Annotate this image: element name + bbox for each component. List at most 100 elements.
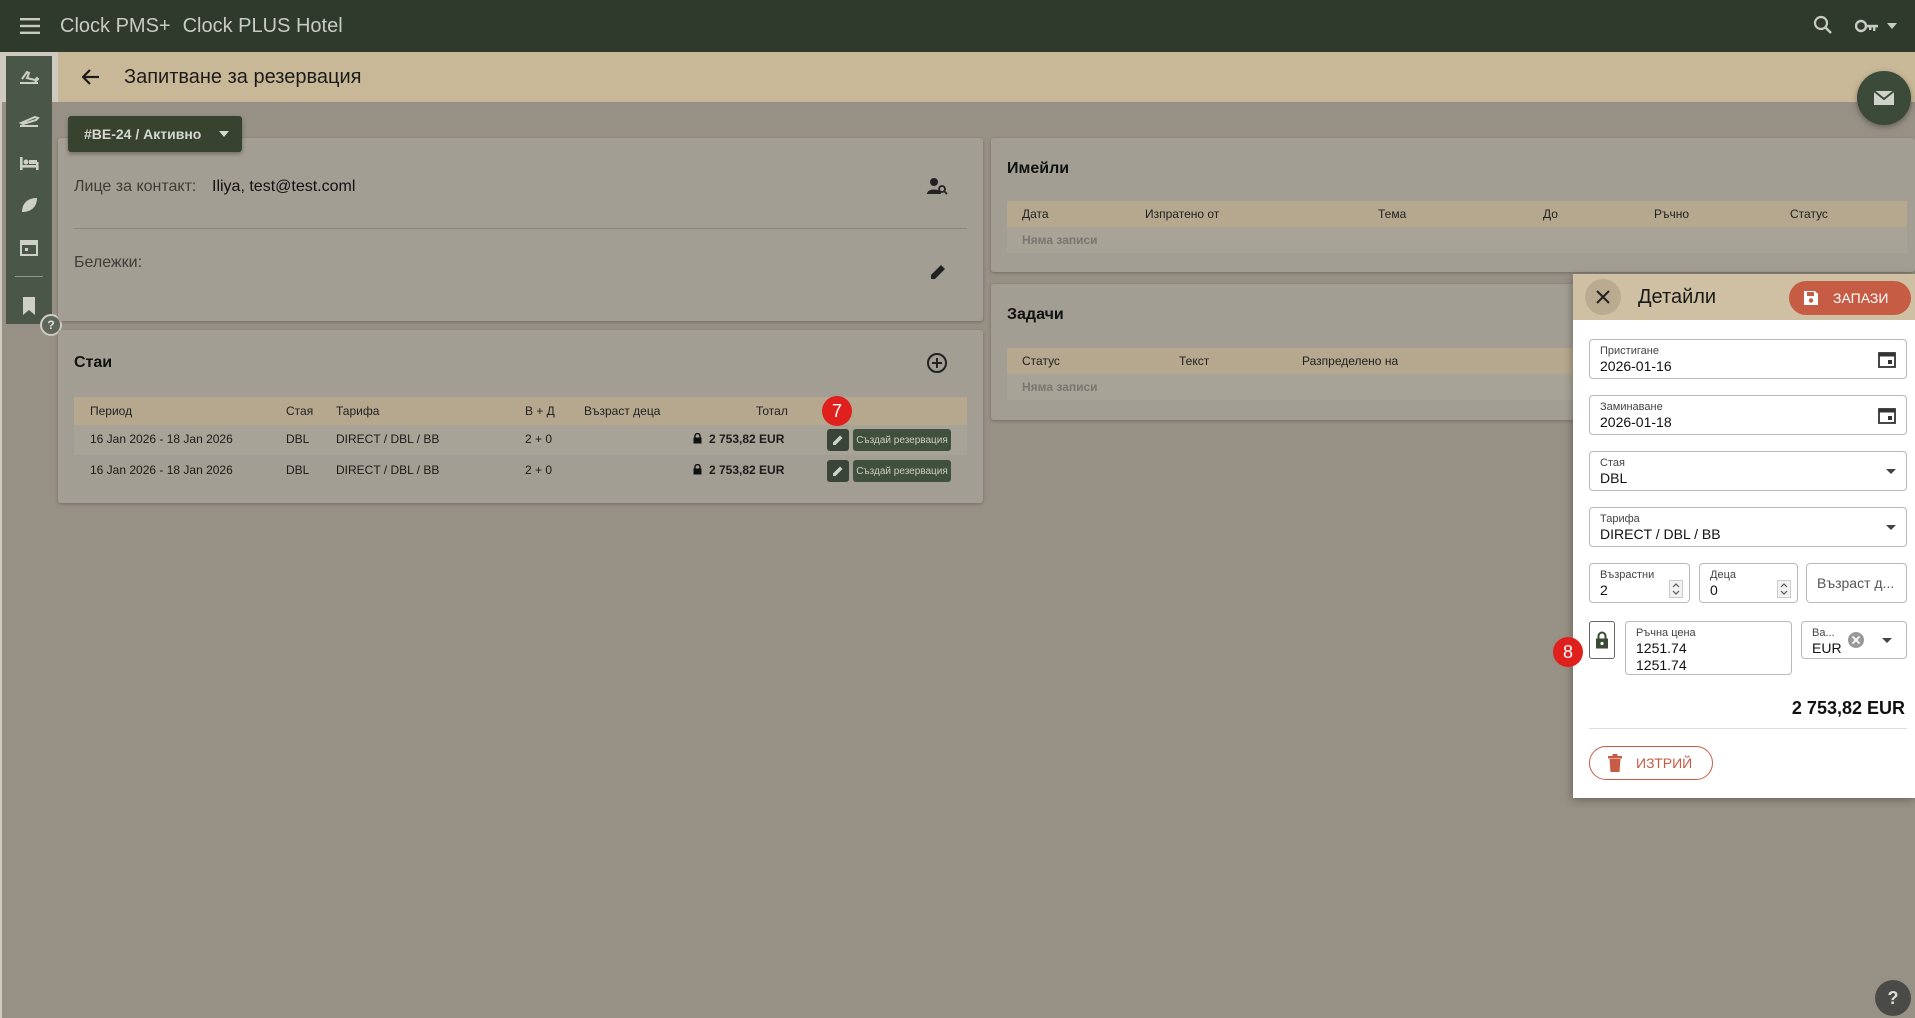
spinner-icon[interactable] bbox=[1777, 580, 1791, 601]
key-menu-icon[interactable] bbox=[1855, 19, 1897, 33]
col-text: Текст bbox=[1179, 354, 1210, 368]
manual-price-value: 1251.74 bbox=[1636, 640, 1687, 656]
create-reservation-button[interactable]: Създай резервация bbox=[853, 460, 951, 482]
close-icon bbox=[1596, 290, 1610, 304]
create-reservation-button[interactable]: Създай резервация bbox=[853, 429, 951, 451]
departure-value: 2026-01-18 bbox=[1600, 414, 1672, 430]
close-button[interactable] bbox=[1585, 279, 1621, 315]
step-badge-7: 7 bbox=[822, 396, 852, 426]
search-icon[interactable] bbox=[1813, 15, 1833, 38]
adults-value: 2 bbox=[1600, 582, 1608, 598]
delete-button[interactable]: ИЗТРИЙ bbox=[1589, 746, 1713, 780]
lock-icon bbox=[1596, 631, 1608, 649]
details-header: Детайли ЗАПАЗИ bbox=[1573, 274, 1915, 320]
tasks-title: Задачи bbox=[1007, 306, 1064, 323]
bookmarks-icon[interactable] bbox=[14, 291, 44, 321]
clear-icon[interactable] bbox=[1847, 631, 1865, 652]
edit-row-button[interactable] bbox=[827, 460, 849, 482]
save-button[interactable]: ЗАПАЗИ bbox=[1789, 281, 1911, 315]
menu-icon[interactable] bbox=[0, 0, 60, 52]
contact-search-icon[interactable] bbox=[926, 176, 948, 199]
rate-value: DIRECT / DBL / BB bbox=[1600, 526, 1721, 542]
emails-empty: Няма записи bbox=[1007, 227, 1907, 253]
back-arrow-icon[interactable] bbox=[66, 69, 116, 85]
room-select[interactable]: Стая DBL bbox=[1589, 451, 1907, 491]
calendar-icon[interactable] bbox=[14, 232, 44, 262]
emails-title: Имейли bbox=[1007, 160, 1070, 177]
calendar-icon[interactable] bbox=[1878, 350, 1896, 371]
side-rail bbox=[6, 56, 52, 324]
save-label: ЗАПАЗИ bbox=[1833, 290, 1889, 306]
col-rate: Тарифа bbox=[336, 404, 380, 418]
lock-icon bbox=[693, 463, 702, 478]
departure-field[interactable]: Заминаване 2026-01-18 bbox=[1589, 395, 1907, 435]
save-icon bbox=[1804, 291, 1818, 305]
chevron-down-icon bbox=[219, 131, 230, 137]
price-lock-button[interactable] bbox=[1589, 621, 1615, 659]
col-to: До bbox=[1543, 207, 1558, 221]
col-date: Дата bbox=[1022, 207, 1049, 221]
departures-icon[interactable] bbox=[14, 106, 44, 136]
calendar-icon[interactable] bbox=[1878, 406, 1896, 427]
row-rate: DIRECT / DBL / BB bbox=[336, 463, 440, 477]
top-app-bar: Clock PMS+ Clock PLUS Hotel bbox=[0, 0, 1915, 52]
emails-table-header: Дата Изпратено от Тема До Ръчно Статус bbox=[1007, 201, 1907, 227]
arrival-value: 2026-01-16 bbox=[1600, 358, 1672, 374]
chevron-down-icon bbox=[1882, 638, 1892, 643]
col-status: Статус bbox=[1022, 354, 1060, 368]
room-label: Стая bbox=[1600, 457, 1625, 469]
help-icon[interactable]: ? bbox=[1875, 980, 1911, 1016]
col-room: Стая bbox=[286, 404, 314, 418]
col-child-ages: Възраст деца bbox=[584, 404, 661, 418]
delete-label: ИЗТРИЙ bbox=[1636, 755, 1693, 771]
chevron-down-icon bbox=[1887, 23, 1897, 29]
chevron-down-icon bbox=[1886, 469, 1896, 474]
edit-row-button[interactable] bbox=[827, 429, 849, 451]
manual-price-field[interactable]: Ръчна цена 1251.74 1251.74 bbox=[1625, 621, 1792, 675]
trash-icon bbox=[1608, 754, 1622, 772]
spinner-icon[interactable] bbox=[1669, 580, 1683, 601]
manual-price-value-2: 1251.74 bbox=[1636, 657, 1687, 673]
row-total: 2 753,82 EUR bbox=[709, 432, 785, 446]
col-period: Период bbox=[90, 404, 133, 418]
col-assigned: Разпределено на bbox=[1302, 354, 1399, 368]
table-row[interactable]: 16 Jan 2026 - 18 Jan 2026 DBL DIRECT / D… bbox=[74, 456, 967, 486]
children-label: Деца bbox=[1710, 569, 1736, 581]
step-badge-8: 8 bbox=[1553, 637, 1583, 667]
arrival-label: Пристигане bbox=[1600, 345, 1659, 357]
rate-select[interactable]: Тарифа DIRECT / DBL / BB bbox=[1589, 507, 1907, 547]
rail-divider bbox=[15, 276, 43, 277]
status-dropdown-button[interactable]: #BE-24 / Активно bbox=[68, 116, 242, 152]
currency-value: EUR bbox=[1812, 640, 1842, 656]
children-value: 0 bbox=[1710, 582, 1718, 598]
notes-label: Бележки: bbox=[74, 254, 143, 271]
chevron-down-icon bbox=[1886, 525, 1896, 530]
bed-icon[interactable] bbox=[14, 148, 44, 178]
row-period: 16 Jan 2026 - 18 Jan 2026 bbox=[90, 463, 233, 477]
arrival-field[interactable]: Пристигане 2026-01-16 bbox=[1589, 339, 1907, 379]
manual-price-label: Ръчна цена bbox=[1636, 627, 1696, 639]
child-ages-input[interactable]: Възраст д... bbox=[1806, 563, 1907, 603]
row-room: DBL bbox=[286, 432, 310, 446]
row-guests: 2 + 0 bbox=[525, 432, 553, 446]
children-stepper[interactable]: Деца 0 bbox=[1699, 563, 1798, 603]
adults-stepper[interactable]: Възрастни 2 bbox=[1589, 563, 1690, 603]
leaf-icon[interactable] bbox=[14, 190, 44, 220]
divider bbox=[74, 228, 967, 229]
col-total: Тотал bbox=[756, 404, 788, 418]
mail-fab[interactable] bbox=[1857, 71, 1911, 125]
table-row[interactable]: 16 Jan 2026 - 18 Jan 2026 DBL DIRECT / D… bbox=[74, 425, 967, 455]
arrivals-icon[interactable] bbox=[14, 64, 44, 94]
currency-select[interactable]: Ва... EUR bbox=[1801, 621, 1907, 659]
contact-label: Лице за контакт: bbox=[74, 178, 197, 195]
edit-notes-icon[interactable] bbox=[928, 262, 948, 285]
add-room-icon[interactable] bbox=[926, 352, 948, 377]
adults-label: Възрастни bbox=[1600, 569, 1655, 581]
rooms-title: Стаи bbox=[74, 354, 113, 371]
currency-label: Ва... bbox=[1812, 627, 1835, 639]
col-subject: Тема bbox=[1378, 207, 1407, 221]
row-rate: DIRECT / DBL / BB bbox=[336, 432, 440, 446]
departure-label: Заминаване bbox=[1600, 401, 1663, 413]
pencil-icon bbox=[833, 435, 843, 445]
hotel-name[interactable]: Clock PLUS Hotel bbox=[183, 15, 343, 38]
